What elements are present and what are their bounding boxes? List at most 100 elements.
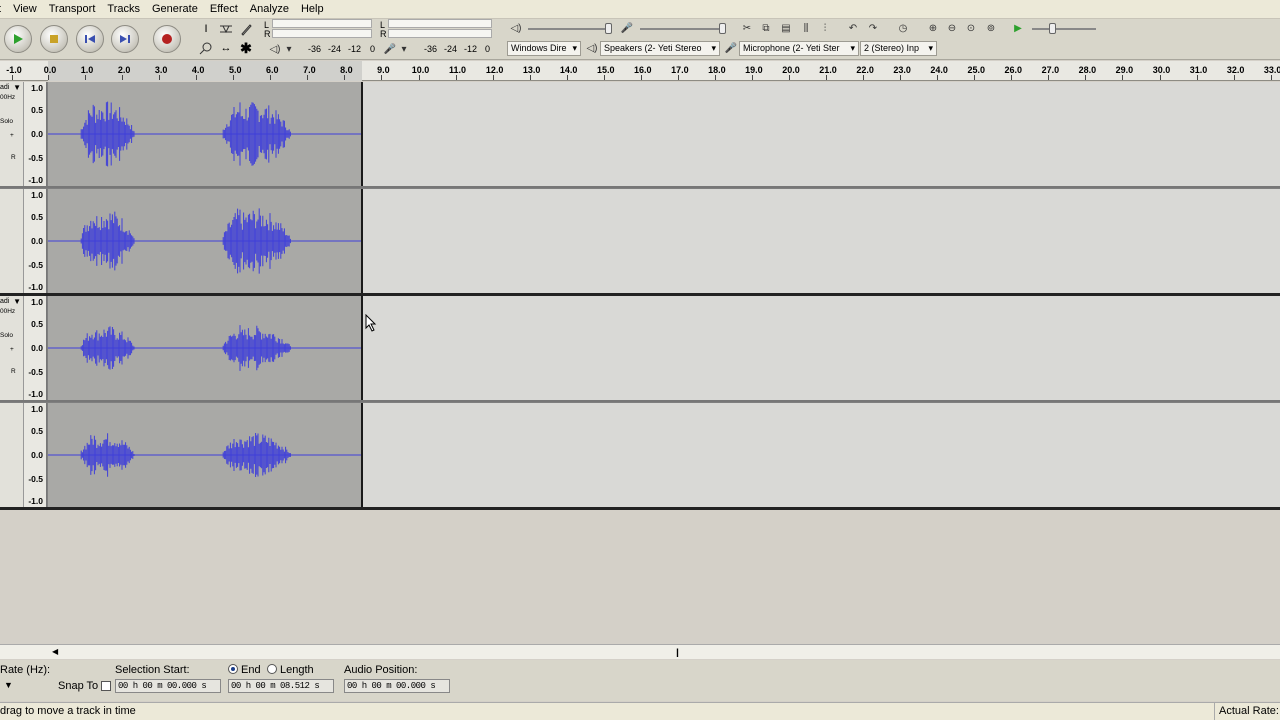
pan-right-label: R — [11, 368, 16, 375]
paste-icon[interactable]: ▤ — [779, 21, 793, 35]
skip-start-button[interactable] — [76, 25, 104, 53]
snap-to-checkbox[interactable] — [101, 681, 111, 693]
solo-button[interactable]: Solo — [0, 332, 13, 339]
length-radio[interactable]: Length — [267, 664, 314, 676]
scroll-left-icon[interactable]: ◀ — [52, 647, 58, 656]
playback-speed-slider[interactable] — [1032, 28, 1096, 30]
vertical-ruler-tick: -1.0 — [28, 282, 43, 292]
menu-item-transport[interactable]: Transport — [43, 0, 102, 19]
vertical-ruler-tick: 0.0 — [31, 129, 43, 139]
track-menu-arrow-icon[interactable]: ▼ — [13, 297, 21, 306]
track-name[interactable]: adi — [0, 84, 9, 91]
input-volume-thumb[interactable] — [719, 23, 726, 34]
fit-project-icon[interactable]: ⊚ — [984, 21, 998, 35]
waveform-area[interactable] — [48, 82, 1280, 186]
menu-item-tracks[interactable]: Tracks — [101, 0, 146, 19]
ruler-tick-label: 14.0 — [559, 65, 578, 75]
actual-rate: Actual Rate: 9 — [1214, 703, 1280, 720]
audio-host-select[interactable]: Windows Dire — [507, 41, 581, 56]
track-control-panel[interactable]: adi ▼ 00Hz Solo + R — [0, 82, 24, 186]
track-divider — [0, 186, 1280, 188]
menu-item-help[interactable]: Help — [295, 0, 330, 19]
gain-slider-icon[interactable]: + — [10, 346, 14, 353]
scroll-grip-icon[interactable]: ||| — [676, 647, 679, 657]
chevron-down-icon[interactable]: ▾ — [397, 42, 411, 56]
status-bar: drag to move a track in time Actual Rate… — [0, 702, 1280, 720]
waveform — [48, 325, 362, 371]
track-control-panel[interactable]: adi ▼ 00Hz Solo + R — [0, 296, 24, 400]
track-channel[interactable]: adi ▼ 00Hz Solo + R 1.0 0.5 0.0 -0.5 -1.0 — [0, 296, 1280, 400]
play-at-speed-icon[interactable]: ▶ — [1011, 21, 1025, 35]
timeshift-tool[interactable]: ↔ — [217, 39, 235, 57]
play-button[interactable] — [4, 25, 32, 53]
record-button[interactable] — [153, 25, 181, 53]
in-tick-2: -24 — [444, 44, 458, 54]
fit-selection-icon[interactable]: ⊙ — [964, 21, 978, 35]
track-control-panel[interactable] — [0, 403, 24, 507]
zoom-tool[interactable] — [197, 39, 215, 57]
zoom-out-icon[interactable]: ⊖ — [945, 21, 959, 35]
stop-button[interactable] — [40, 25, 68, 53]
output-meter-right[interactable] — [272, 29, 372, 38]
input-channels-select[interactable]: 2 (Stereo) Inp — [860, 41, 937, 56]
selection-start-field[interactable]: 00 h 00 m 00.000 s — [115, 679, 221, 693]
ruler-tick-mark — [159, 75, 161, 80]
selection-end-field[interactable]: 00 h 00 m 08.512 s — [228, 679, 334, 693]
menu-item-generate[interactable]: Generate — [146, 0, 204, 19]
input-device-select[interactable]: Microphone (2- Yeti Ster — [739, 41, 859, 56]
track-name[interactable]: adi — [0, 298, 9, 305]
ruler-tick-label: 12.0 — [485, 65, 504, 75]
menu-item-file[interactable]: t — [0, 0, 7, 19]
menu-item-view[interactable]: View — [7, 0, 43, 19]
gain-slider-icon[interactable]: + — [10, 132, 14, 139]
waveform-area[interactable] — [48, 189, 1280, 293]
meter-in-right: R — [380, 29, 387, 39]
copy-icon[interactable]: ⧉ — [759, 21, 773, 35]
ruler-tick-mark — [677, 75, 679, 80]
zoom-in-icon[interactable]: ⊕ — [926, 21, 940, 35]
pencil-icon — [241, 24, 252, 36]
sync-lock-icon[interactable]: ◷ — [896, 21, 910, 35]
horizontal-scrollbar[interactable]: ◀ ||| — [0, 644, 1280, 659]
input-volume-slider[interactable] — [640, 28, 724, 30]
timeline-ruler[interactable]: -1.0 0.0 1.0 2.0 3.0 4.0 5.0 6.0 7.0 8.0 9.0 10.0 11… — [0, 61, 1280, 81]
solo-button[interactable]: Solo — [0, 118, 13, 125]
envelope-tool[interactable] — [217, 20, 235, 38]
vertical-ruler-tick: 0.5 — [31, 212, 43, 222]
track-menu-arrow-icon[interactable]: ▼ — [13, 83, 21, 92]
ruler-tick-label: 23.0 — [893, 65, 911, 75]
silence-icon[interactable]: ⫶ — [818, 21, 832, 35]
track-channel[interactable]: 1.0 0.5 0.0 -0.5 -1.0 — [0, 403, 1280, 507]
cut-icon[interactable]: ✂ — [740, 21, 754, 35]
multi-tool[interactable]: ✱ — [237, 39, 255, 57]
waveform-area[interactable] — [48, 403, 1280, 507]
chevron-down-icon[interactable]: ▼ — [4, 680, 13, 690]
output-meter-left[interactable] — [272, 19, 372, 28]
undo-icon[interactable]: ↶ — [846, 21, 860, 35]
draw-tool[interactable] — [237, 20, 255, 38]
playback-speed-thumb[interactable] — [1049, 23, 1056, 34]
menu-item-analyze[interactable]: Analyze — [244, 0, 295, 19]
ruler-tick-label: 33.0 — [1263, 65, 1280, 75]
project-rate-label: Rate (Hz): — [0, 664, 51, 676]
audio-position-field[interactable]: 00 h 00 m 00.000 s — [344, 679, 450, 693]
redo-icon[interactable]: ↷ — [866, 21, 880, 35]
skip-end-button[interactable] — [111, 25, 139, 53]
input-meter-left[interactable] — [388, 19, 492, 28]
selection-tool[interactable]: I — [197, 20, 215, 38]
toolbar: I ↔ ✱ L R ◁) ▾ -36 -24 -12 0 L R 🎤 ▾ -36… — [0, 19, 1280, 60]
track-channel[interactable]: 1.0 0.5 0.0 -0.5 -1.0 — [0, 189, 1280, 293]
output-device-select[interactable]: Speakers (2- Yeti Stereo — [600, 41, 720, 56]
menu-item-effect[interactable]: Effect — [204, 0, 244, 19]
end-radio[interactable]: End — [228, 664, 261, 676]
output-volume-slider[interactable] — [528, 28, 612, 30]
status-message: drag to move a track in time — [0, 705, 136, 717]
ruler-tick-label: 29.0 — [1115, 65, 1134, 75]
output-volume-thumb[interactable] — [605, 23, 612, 34]
input-meter-right[interactable] — [388, 29, 492, 38]
chevron-down-icon[interactable]: ▾ — [282, 42, 296, 56]
track-control-panel[interactable] — [0, 189, 24, 293]
waveform-area[interactable] — [48, 296, 1280, 400]
trim-icon[interactable]: ⫼ — [799, 21, 813, 35]
track-channel[interactable]: adi ▼ 00Hz Solo + R 1.0 0.5 0.0 -0.5 -1.0 — [0, 82, 1280, 186]
